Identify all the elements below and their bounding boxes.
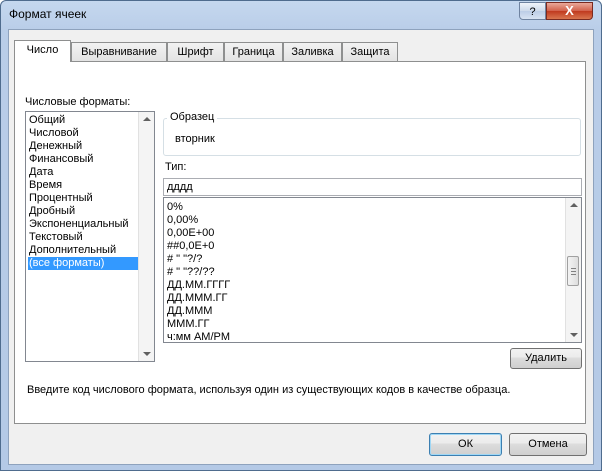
close-button[interactable]: X (546, 2, 593, 20)
category-item[interactable]: Экспоненциальный (28, 218, 139, 231)
help-button[interactable]: ? (519, 2, 546, 20)
category-item[interactable]: Числовой (28, 127, 139, 140)
tab-fill[interactable]: Заливка (283, 42, 342, 61)
format-item[interactable]: ДД.ММ.ГГГГ (167, 279, 230, 292)
format-scrollbar[interactable] (565, 198, 581, 342)
sample-groupbox (163, 118, 581, 156)
sample-label: Образец (167, 111, 218, 123)
delete-button[interactable]: Удалить (510, 348, 582, 369)
category-item-selected[interactable]: (все форматы) (28, 257, 139, 270)
format-item[interactable]: ДД.МММ (167, 305, 212, 318)
category-item[interactable]: Дополнительный (28, 244, 139, 257)
title-bar[interactable]: Формат ячеек ? X (1, 1, 601, 29)
format-code-list[interactable]: 0% 0,00% 0,00E+00 ##0,0E+0 # " "?/? # " … (163, 197, 582, 343)
scroll-thumb[interactable] (567, 256, 579, 286)
category-list[interactable]: Общий Числовой Денежный Финансовый Дата … (25, 111, 155, 362)
format-item[interactable]: # " "?/? (167, 253, 202, 266)
category-item[interactable]: Дробный (28, 205, 139, 218)
format-item[interactable]: ##0,0E+0 (167, 240, 214, 253)
categories-label: Числовые форматы: (25, 96, 131, 108)
scroll-down-arrow-icon[interactable] (143, 352, 151, 356)
tab-font[interactable]: Шрифт (167, 42, 224, 61)
cancel-button[interactable]: Отмена (509, 433, 587, 456)
category-item[interactable]: Общий (28, 114, 139, 127)
type-label: Тип: (165, 161, 187, 173)
scroll-up-arrow-icon[interactable] (143, 117, 151, 121)
format-item[interactable]: 0,00% (167, 214, 198, 227)
tab-number[interactable]: Число (14, 40, 71, 62)
type-input[interactable]: дддд (163, 178, 582, 196)
scroll-up-arrow-icon[interactable] (570, 203, 578, 207)
format-item[interactable]: ДД.МММ.ГГ (167, 292, 227, 305)
category-item[interactable]: Процентный (28, 192, 139, 205)
dialog-title: Формат ячеек (9, 7, 87, 21)
tab-border[interactable]: Граница (224, 42, 283, 61)
category-item[interactable]: Финансовый (28, 153, 139, 166)
format-item[interactable]: 0% (167, 201, 183, 214)
format-description: Введите код числового формата, используя… (27, 384, 511, 396)
format-item[interactable]: МММ.ГГ (167, 318, 209, 331)
number-tab-panel: Числовые форматы: Общий Числовой Денежны… (14, 61, 586, 424)
category-item[interactable]: Текстовый (28, 231, 139, 244)
tab-protection[interactable]: Защита (342, 42, 398, 61)
category-item[interactable]: Дата (28, 166, 139, 179)
tab-alignment[interactable]: Выравнивание (71, 42, 167, 61)
ok-button[interactable]: ОК (429, 433, 502, 456)
format-item[interactable]: ч:мм AM/PM (167, 331, 230, 342)
grip-line (571, 268, 576, 269)
format-cells-dialog: Формат ячеек ? X Число Выравнивание Шриф… (0, 0, 602, 471)
format-item[interactable]: 0,00E+00 (167, 227, 214, 240)
category-scrollbar[interactable] (138, 112, 154, 361)
category-item[interactable]: Время (28, 179, 139, 192)
grip-line (571, 274, 576, 275)
sample-value: вторник (175, 133, 215, 145)
grip-line (571, 271, 576, 272)
scroll-down-arrow-icon[interactable] (570, 333, 578, 337)
format-item[interactable]: # " "??/?? (167, 266, 215, 279)
category-item[interactable]: Денежный (28, 140, 139, 153)
dialog-client: Число Выравнивание Шрифт Граница Заливка… (8, 29, 594, 465)
